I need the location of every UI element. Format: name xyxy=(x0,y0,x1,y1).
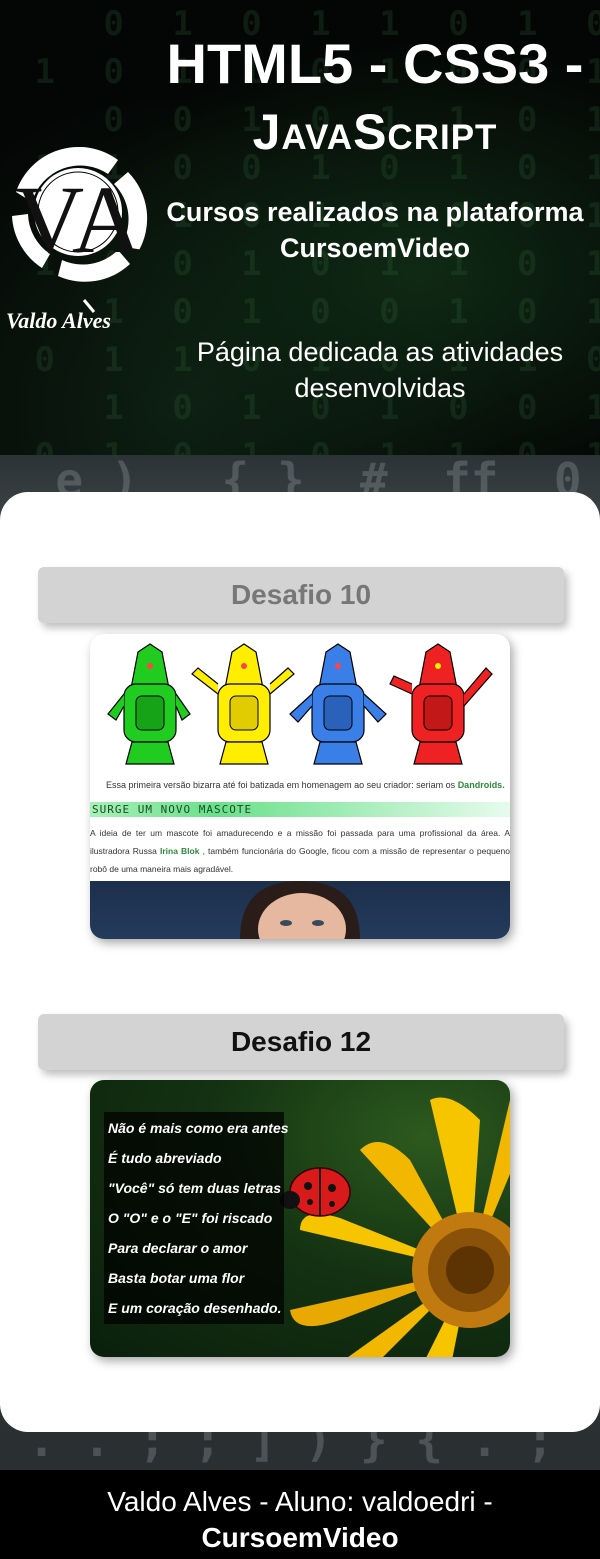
page-subtitle: Cursos realizados na plataforma CursoemV… xyxy=(166,197,584,263)
title-line-2: JavaScript xyxy=(252,104,498,160)
poem-line: O "O" e o "E" foi riscado xyxy=(108,1210,273,1226)
page-footer: Valdo Alves - Aluno: valdoedri - Cursoem… xyxy=(0,1470,600,1559)
footer-platform: CursoemVideo xyxy=(201,1522,399,1553)
poem-line: "Você" só tem duas letras xyxy=(108,1180,282,1196)
poem-line: É tudo abreviado xyxy=(108,1150,222,1166)
logo-caption: Valdo Alves xyxy=(6,308,111,333)
page-header: 0 1 0 1 1 0 1 0 1 0 1 1 0 1 0 0 1 0 0 1 … xyxy=(0,0,600,455)
portrait-photo xyxy=(90,881,510,939)
challenge-title-desafio-12: Desafio 12 xyxy=(38,1014,564,1070)
va-monogram-logo-icon: VA xyxy=(12,146,148,313)
challenges-card: Desafio 10 Essa primeira versão bizarra … xyxy=(0,492,600,1432)
challenge-title-desafio-10: Desafio 10 xyxy=(38,567,564,623)
preview-caption-text: Essa primeira versão bizarra até foi bat… xyxy=(106,780,456,790)
preview-paragraph-highlight: Irina Blok xyxy=(159,846,200,856)
robot-red xyxy=(389,643,493,765)
robot-blue xyxy=(289,643,387,765)
challenge-preview-desafio-12[interactable]: Não é mais como era antes É tudo abrevia… xyxy=(90,1080,510,1357)
footer-author: Valdo Alves - Aluno: valdoedri - xyxy=(107,1486,493,1517)
preview-caption: Essa primeira versão bizarra até foi bat… xyxy=(106,780,506,790)
portrait-face-icon xyxy=(240,881,360,939)
poem-line: Não é mais como era antes xyxy=(108,1120,289,1136)
challenge-preview-desafio-10[interactable]: Essa primeira versão bizarra até foi bat… xyxy=(90,634,510,939)
poem-line: Para declarar o amor xyxy=(108,1240,248,1256)
preview-paragraph: A ideia de ter um mascote foi amadurecen… xyxy=(90,824,510,878)
title-line-1: HTML5 - CSS3 - xyxy=(166,32,584,95)
logo-monogram-text: VA xyxy=(15,166,141,273)
preview-caption-highlight: Dandroids. xyxy=(457,780,505,790)
android-mascots-image-icon xyxy=(107,643,493,765)
poem-line: Basta botar uma flor xyxy=(108,1270,245,1286)
robot-yellow xyxy=(191,643,295,765)
robot-green xyxy=(107,643,191,765)
page-intro: Página dedicada as atividades desenvolvi… xyxy=(196,337,564,403)
poem-line: E um coração desenhado. xyxy=(108,1300,282,1316)
preview-banner: SURGE UM NOVO MASCOTE xyxy=(90,802,510,817)
page-title: HTML5 - CSS3 - JavaScript xyxy=(140,30,600,166)
